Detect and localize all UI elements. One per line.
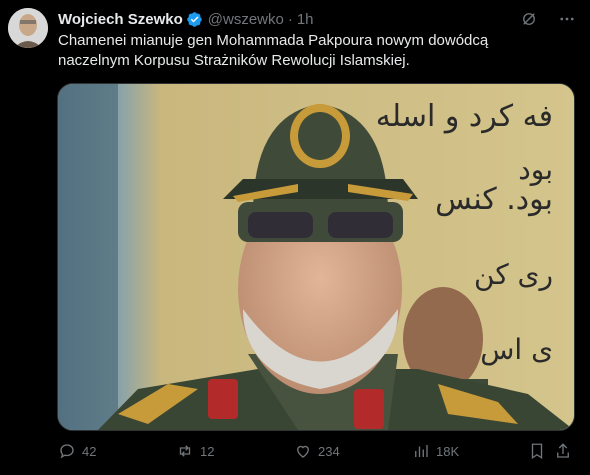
banner-text-line-3: بود [518,153,553,186]
bookmark-button[interactable] [528,440,546,462]
bookmark-icon [531,443,543,460]
avatar-image [8,8,48,48]
separator-dot: · [287,10,293,28]
share-icon [557,443,569,458]
reply-button[interactable]: 42 [58,440,96,462]
author-handle[interactable]: @wszewko [208,11,284,28]
repost-button[interactable]: 12 [176,440,214,462]
avatar[interactable] [8,8,48,48]
heart-icon [297,445,309,458]
tweet-image[interactable]: فه کرد و اسله بود. کنس بود ری کن ی اس [57,83,575,431]
reply-count: 42 [82,443,97,459]
views-button[interactable]: 18K [412,440,459,462]
share-button[interactable] [554,440,572,462]
repost-icon [179,445,191,457]
verified-badge-icon [186,11,203,28]
repost-count: 12 [200,443,215,459]
general-portrait-photo: فه کرد و اسله بود. کنس بود ری کن ی اس [58,84,574,430]
banner-text-line-4: ری کن [474,258,553,291]
tweet-header: Wojciech Szewko @wszewko · 1h [58,9,314,29]
like-count: 234 [318,443,340,459]
post-time[interactable]: 1h [297,11,314,28]
banner-text-line-2: بود. کنس [435,182,553,217]
reply-icon [60,444,74,459]
like-button[interactable]: 234 [294,440,340,462]
tweet[interactable]: Wojciech Szewko @wszewko · 1h Chamenei m… [0,0,590,475]
author-name[interactable]: Wojciech Szewko [58,11,183,28]
views-icon [415,445,428,457]
grok-icon[interactable] [520,10,538,28]
banner-text-line-1: فه کرد و اسله [376,99,553,134]
more-options-icon[interactable] [558,10,576,28]
views-count: 18K [436,443,460,459]
tweet-text: Chamenei mianuje gen Mohammada Pakpoura … [58,32,489,69]
banner-text-line-5: ی اس [480,333,553,366]
